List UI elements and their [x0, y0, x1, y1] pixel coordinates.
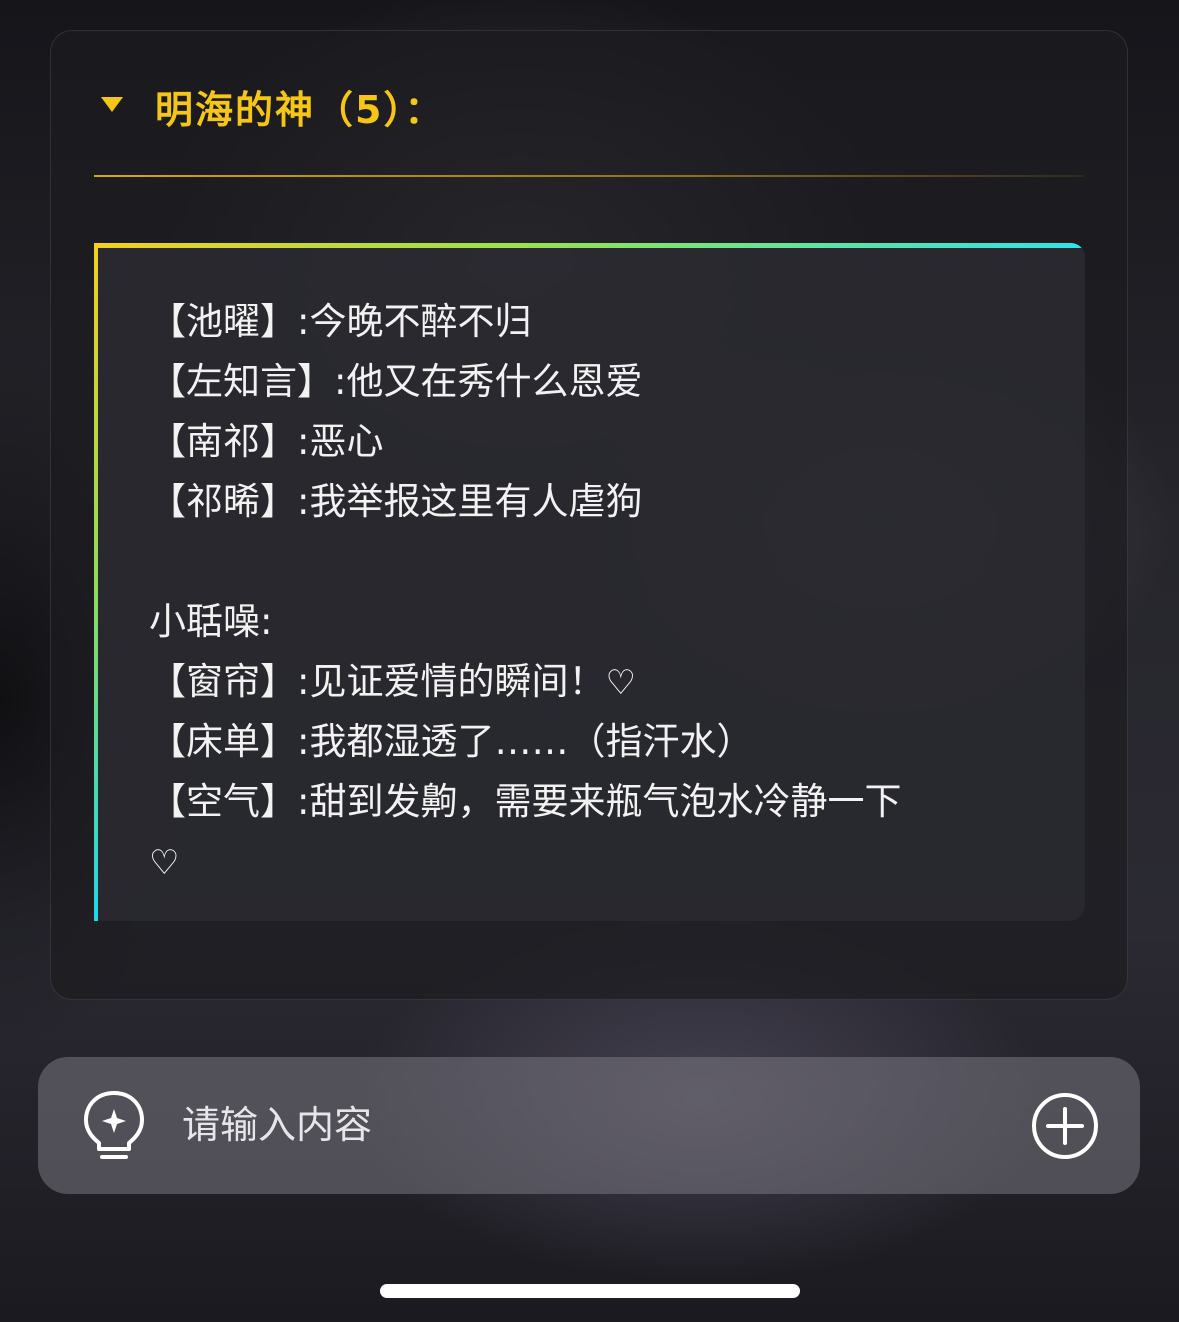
message-input[interactable] — [182, 1095, 982, 1155]
heart-line: ♡ — [149, 839, 179, 886]
group-header[interactable]: 明海的神（5）： — [51, 31, 1127, 181]
message-line: 【池曜】:今晚不醉不归 — [149, 300, 532, 343]
lightbulb-icon[interactable] — [82, 1089, 146, 1165]
message-line: 【床单】:我都湿透了……（指汗水） — [149, 720, 754, 763]
plus-circle-icon[interactable] — [1030, 1091, 1100, 1161]
heart-icon: ♡ — [149, 843, 180, 883]
group-title: 明海的神（5）： — [155, 88, 445, 132]
message-line: 【南祁】:恶心 — [149, 420, 384, 463]
section-label: 小聒噪: — [149, 600, 273, 643]
message-input-bar — [38, 1057, 1140, 1194]
message-line: 【窗帘】:见证爱情的瞬间！♡ — [149, 659, 636, 706]
message-line: 【左知言】:他又在秀什么恩爱 — [149, 360, 643, 403]
message-box: 【池曜】:今晚不醉不归 【左知言】:他又在秀什么恩爱 【南祁】:恶心 【祁晞】:… — [94, 243, 1085, 921]
heart-icon: ♡ — [605, 663, 636, 703]
group-chat-panel: 明海的神（5）： 【池曜】:今晚不醉不归 【左知言】:他又在秀什么恩爱 【南祁】… — [50, 30, 1128, 1000]
home-indicator[interactable] — [380, 1284, 800, 1298]
message-line: 【空气】:甜到发齁，需要来瓶气泡水冷静一下 — [149, 780, 902, 823]
header-divider — [94, 175, 1084, 177]
message-text: 【窗帘】:见证爱情的瞬间！ — [149, 660, 606, 703]
message-line: 【祁晞】:我举报这里有人虐狗 — [149, 480, 643, 523]
caret-down-icon[interactable] — [101, 97, 123, 112]
